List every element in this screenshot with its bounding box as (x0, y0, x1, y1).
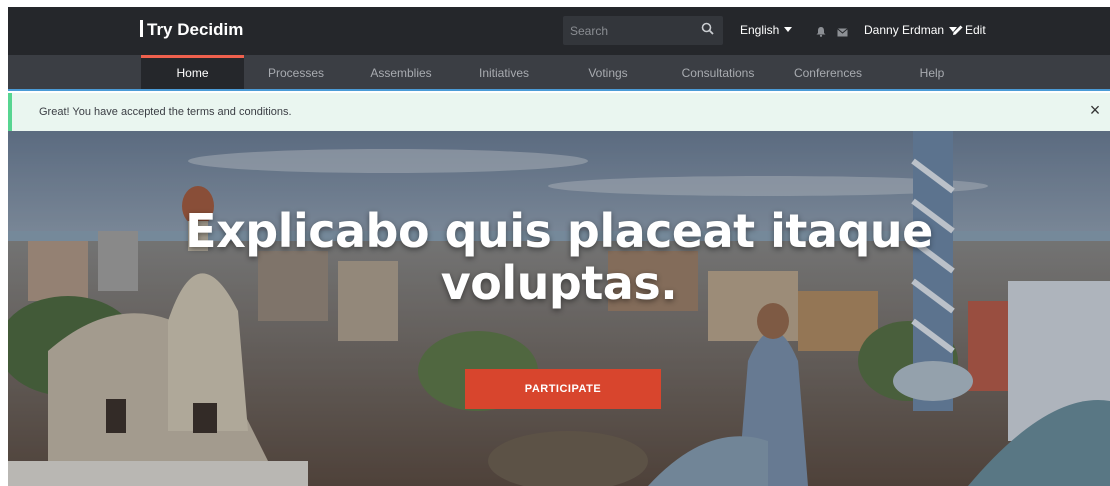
search-box (563, 16, 723, 45)
user-name: Danny Erdman (864, 23, 945, 37)
close-icon[interactable]: × (1086, 100, 1104, 120)
pencil-icon (953, 25, 963, 35)
nav-item-assemblies[interactable]: Assemblies (358, 55, 444, 89)
success-callout: Great! You have accepted the terms and c… (8, 93, 1110, 131)
bell-icon[interactable] (816, 24, 826, 42)
nav-item-help[interactable]: Help (902, 55, 962, 89)
envelope-icon[interactable] (837, 24, 848, 42)
user-menu[interactable]: Danny Erdman (864, 23, 958, 37)
edit-link[interactable]: Edit (952, 23, 986, 37)
hero-title-line-2: voluptas. (440, 256, 678, 310)
page: Try Decidim English Danny Erdman Edit Ho… (0, 0, 1110, 486)
search-input[interactable] (563, 16, 693, 45)
nav-item-initiatives[interactable]: Initiatives (460, 55, 548, 89)
hero-title: Explicabo quis placeat itaque voluptas. (8, 205, 1110, 309)
nav-item-processes[interactable]: Processes (254, 55, 338, 89)
hero-banner: Explicabo quis placeat itaque voluptas. … (8, 131, 1110, 486)
chevron-down-icon (784, 27, 793, 32)
nav-item-consultations[interactable]: Consultations (671, 55, 765, 89)
language-label: English (740, 23, 780, 37)
callout-message: Great! You have accepted the terms and c… (39, 106, 292, 118)
nav-item-conferences[interactable]: Conferences (784, 55, 872, 89)
brand-name: Try Decidim (147, 20, 244, 39)
nav-item-home[interactable]: Home (141, 55, 244, 89)
participate-button[interactable]: PARTICIPATE (465, 369, 661, 409)
brand-bar (140, 20, 143, 37)
brand-logo[interactable]: Try Decidim (140, 18, 243, 42)
edit-label: Edit (965, 23, 986, 37)
language-selector[interactable]: English (740, 23, 793, 37)
top-bar: Try Decidim English Danny Erdman Edit (8, 7, 1110, 55)
hero-title-line-1: Explicabo quis placeat itaque (185, 204, 933, 258)
nav-item-votings[interactable]: Votings (568, 55, 648, 89)
search-icon[interactable] (701, 22, 717, 38)
main-nav: Home Processes Assemblies Initiatives Vo… (8, 55, 1110, 91)
